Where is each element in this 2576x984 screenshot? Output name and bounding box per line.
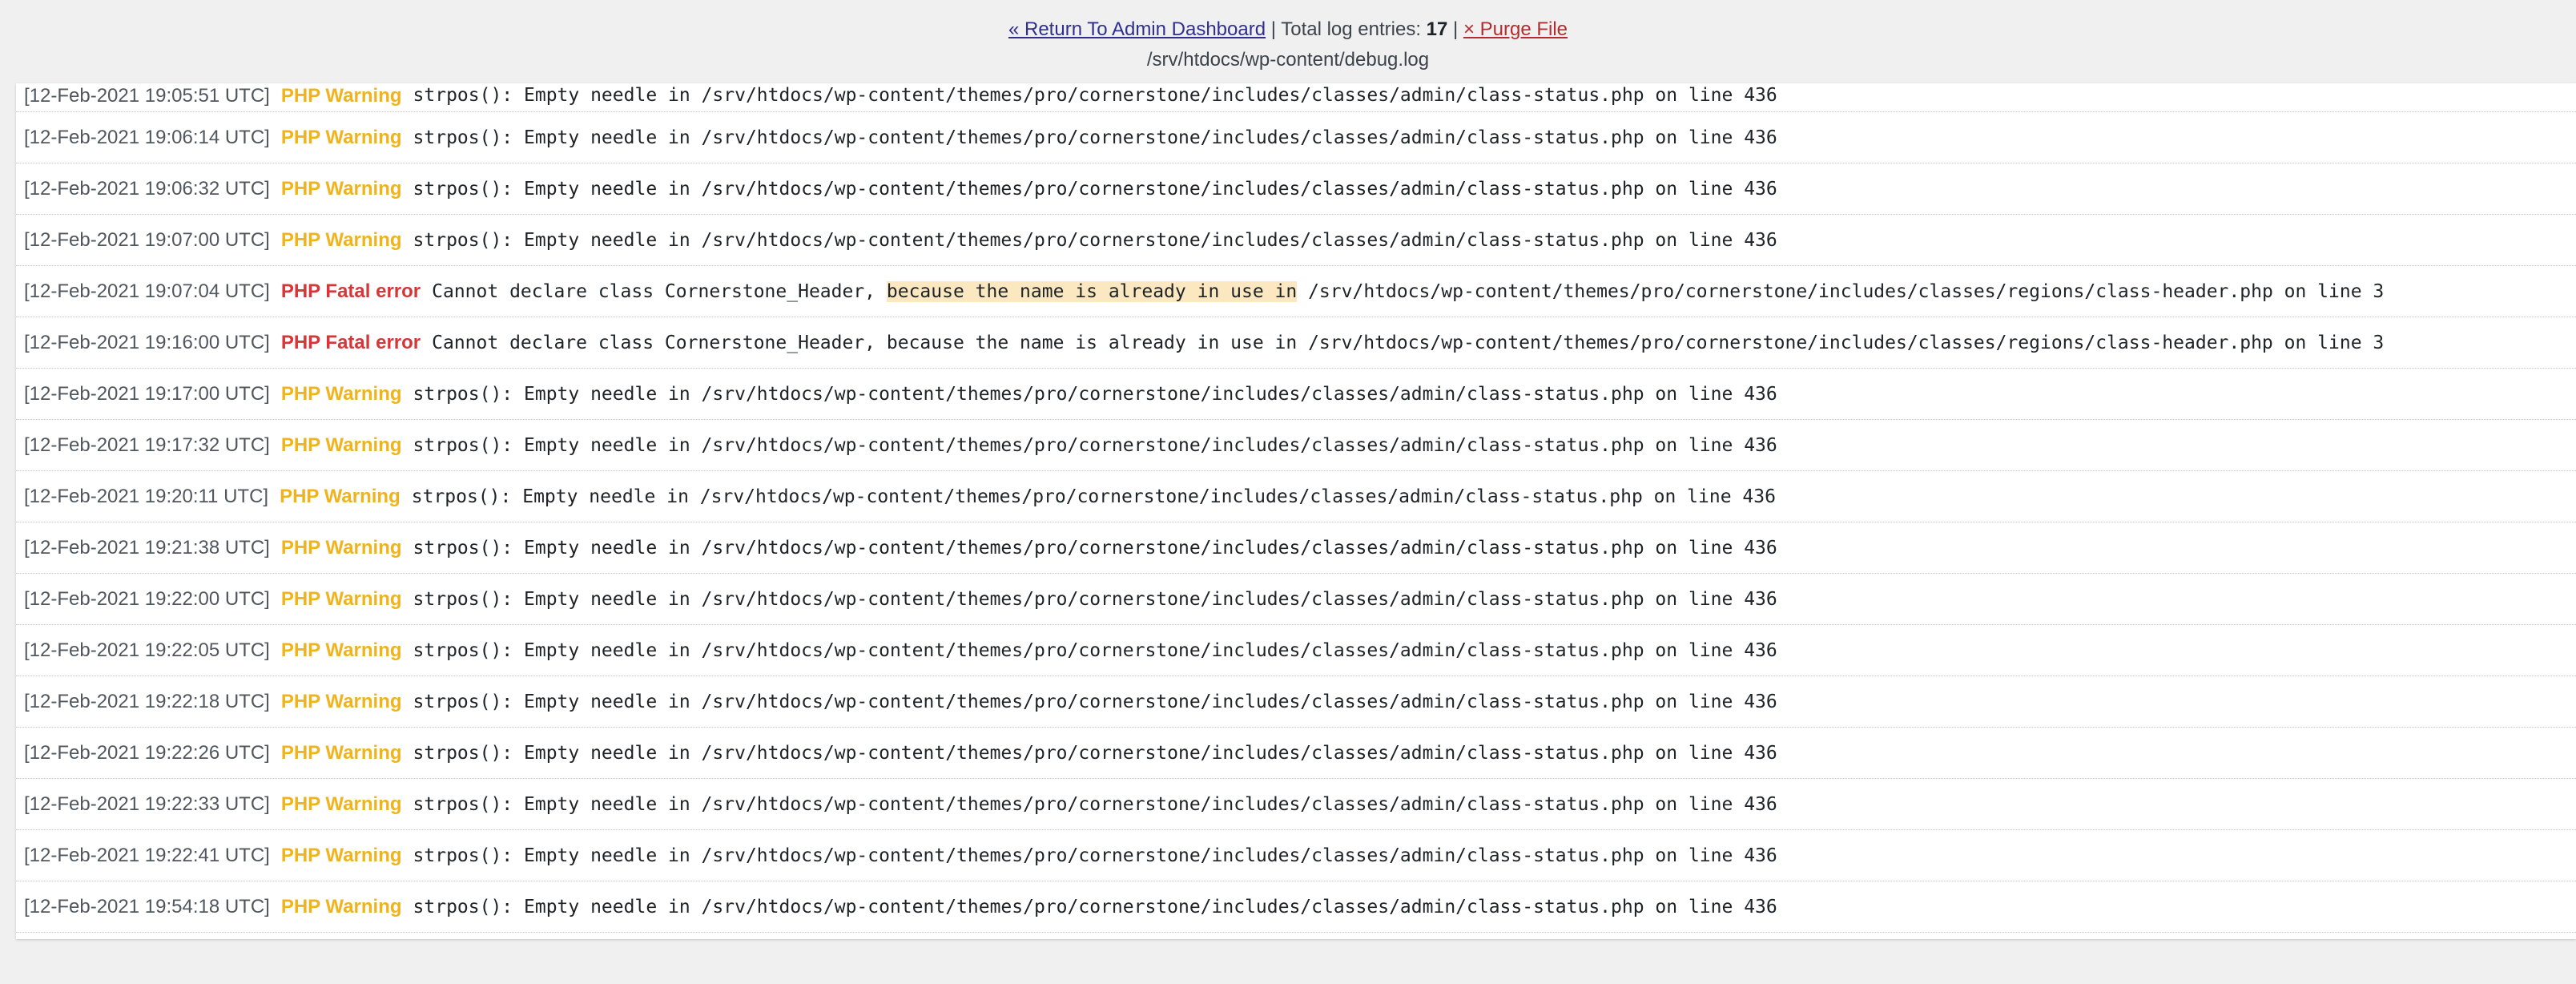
log-timestamp: [12-Feb-2021 19:17:32 UTC]	[24, 434, 270, 456]
log-message: strpos(): Empty needle in /srv/htdocs/wp…	[413, 639, 1777, 661]
log-message: Cannot declare class Cornerstone_Header,…	[432, 280, 2385, 302]
log-message: strpos(): Empty needle in /srv/htdocs/wp…	[413, 537, 1777, 559]
log-header: « Return To Admin Dashboard | Total log …	[0, 16, 2576, 74]
log-entry: [12-Feb-2021 19:06:14 UTC] PHP Warning s…	[16, 112, 2576, 163]
log-entry: [12-Feb-2021 19:21:38 UTC] PHP Warning s…	[16, 522, 2576, 574]
log-level: PHP Warning	[280, 536, 402, 559]
purge-file-link[interactable]: × Purge File	[1463, 18, 1568, 40]
log-level: PHP Warning	[280, 844, 402, 866]
log-timestamp: [12-Feb-2021 19:22:18 UTC]	[24, 690, 270, 712]
log-entry: [12-Feb-2021 19:22:00 UTC] PHP Warning s…	[16, 574, 2576, 625]
log-message: strpos(): Empty needle in /srv/htdocs/wp…	[413, 127, 1777, 148]
log-timestamp: [12-Feb-2021 19:20:11 UTC]	[24, 485, 269, 507]
log-message: strpos(): Empty needle in /srv/htdocs/wp…	[413, 85, 1777, 106]
total-entries-label: Total log entries:	[1281, 18, 1427, 40]
log-entry: [12-Feb-2021 19:22:33 UTC] PHP Warning s…	[16, 779, 2576, 830]
log-timestamp: [12-Feb-2021 19:17:00 UTC]	[24, 382, 270, 405]
separator: |	[1266, 18, 1282, 40]
log-message: strpos(): Empty needle in /srv/htdocs/wp…	[413, 434, 1777, 456]
log-message-text: Cannot declare class Cornerstone_Header,	[432, 280, 887, 302]
log-entry: [12-Feb-2021 19:17:00 UTC] PHP Warning s…	[16, 369, 2576, 420]
log-level: PHP Warning	[280, 587, 402, 610]
log-level: PHP Warning	[280, 228, 402, 251]
log-level: PHP Warning	[280, 690, 402, 712]
log-timestamp: [12-Feb-2021 19:22:41 UTC]	[24, 844, 270, 866]
log-entry: [12-Feb-2021 19:17:32 UTC] PHP Warning s…	[16, 420, 2576, 471]
log-message: strpos(): Empty needle in /srv/htdocs/wp…	[413, 229, 1777, 251]
log-level: PHP Warning	[280, 434, 402, 456]
log-message: strpos(): Empty needle in /srv/htdocs/wp…	[413, 896, 1777, 917]
log-level: PHP Warning	[280, 126, 402, 148]
log-level: PHP Warning	[280, 85, 402, 107]
log-timestamp: [12-Feb-2021 19:54:18 UTC]	[24, 895, 270, 917]
log-timestamp: [12-Feb-2021 19:07:00 UTC]	[24, 228, 270, 251]
log-timestamp: [12-Feb-2021 19:06:14 UTC]	[24, 126, 270, 148]
log-message: strpos(): Empty needle in /srv/htdocs/wp…	[413, 691, 1777, 712]
log-message: strpos(): Empty needle in /srv/htdocs/wp…	[413, 793, 1777, 815]
log-entry: [12-Feb-2021 19:06:32 UTC] PHP Warning s…	[16, 163, 2576, 215]
log-message: strpos(): Empty needle in /srv/htdocs/wp…	[413, 178, 1777, 200]
log-entries-panel[interactable]: [12-Feb-2021 19:05:51 UTC] PHP Warning s…	[16, 83, 2576, 939]
log-timestamp: [12-Feb-2021 19:21:38 UTC]	[24, 536, 270, 559]
highlighted-text: because the name is already in use in	[886, 280, 1298, 302]
log-entry: [12-Feb-2021 19:07:00 UTC] PHP Warning s…	[16, 215, 2576, 266]
log-entry: [12-Feb-2021 19:22:05 UTC] PHP Warning s…	[16, 625, 2576, 676]
log-message-text: /srv/htdocs/wp-content/themes/pro/corner…	[1297, 280, 2385, 302]
log-level: PHP Fatal error	[280, 331, 421, 353]
log-timestamp: [12-Feb-2021 19:06:32 UTC]	[24, 177, 270, 200]
log-entry: [12-Feb-2021 19:20:11 UTC] PHP Warning s…	[16, 471, 2576, 522]
log-timestamp: [12-Feb-2021 19:22:26 UTC]	[24, 741, 270, 764]
log-message: strpos(): Empty needle in /srv/htdocs/wp…	[413, 845, 1777, 866]
log-timestamp: [12-Feb-2021 19:16:00 UTC]	[24, 331, 270, 353]
log-message: strpos(): Empty needle in /srv/htdocs/wp…	[413, 742, 1777, 764]
log-timestamp: [12-Feb-2021 19:22:05 UTC]	[24, 639, 270, 661]
log-entry: [12-Feb-2021 19:22:41 UTC] PHP Warning s…	[16, 830, 2576, 881]
log-level: PHP Fatal error	[280, 280, 421, 302]
log-entry: [12-Feb-2021 19:07:04 UTC] PHP Fatal err…	[16, 266, 2576, 317]
log-message: strpos(): Empty needle in /srv/htdocs/wp…	[413, 383, 1777, 405]
log-level: PHP Warning	[280, 177, 402, 200]
log-entry: [12-Feb-2021 19:22:18 UTC] PHP Warning s…	[16, 676, 2576, 728]
log-file-path: /srv/htdocs/wp-content/debug.log	[1146, 49, 1430, 71]
log-timestamp: [12-Feb-2021 19:05:51 UTC]	[24, 85, 270, 107]
separator: |	[1447, 18, 1463, 40]
log-entry: [12-Feb-2021 19:54:18 UTC] PHP Warning s…	[16, 881, 2576, 933]
total-entries-count: 17	[1426, 18, 1448, 40]
log-message: strpos(): Empty needle in /srv/htdocs/wp…	[411, 486, 1776, 507]
log-level: PHP Warning	[280, 382, 402, 405]
log-timestamp: [12-Feb-2021 19:07:04 UTC]	[24, 280, 270, 302]
log-level: PHP Warning	[280, 895, 402, 917]
log-entry: [12-Feb-2021 19:16:00 UTC] PHP Fatal err…	[16, 317, 2576, 369]
log-timestamp: [12-Feb-2021 19:22:33 UTC]	[24, 792, 270, 815]
log-level: PHP Warning	[280, 639, 402, 661]
return-to-dashboard-link[interactable]: « Return To Admin Dashboard	[1008, 18, 1266, 40]
log-entry: [12-Feb-2021 19:22:26 UTC] PHP Warning s…	[16, 728, 2576, 779]
log-message: strpos(): Empty needle in /srv/htdocs/wp…	[413, 588, 1777, 610]
log-level: PHP Warning	[280, 792, 402, 815]
log-timestamp: [12-Feb-2021 19:22:00 UTC]	[24, 587, 270, 610]
log-message: Cannot declare class Cornerstone_Header,…	[432, 332, 2385, 353]
log-level: PHP Warning	[280, 741, 402, 764]
log-level: PHP Warning	[280, 485, 400, 507]
log-entry: [12-Feb-2021 19:05:51 UTC] PHP Warning s…	[16, 83, 2576, 112]
